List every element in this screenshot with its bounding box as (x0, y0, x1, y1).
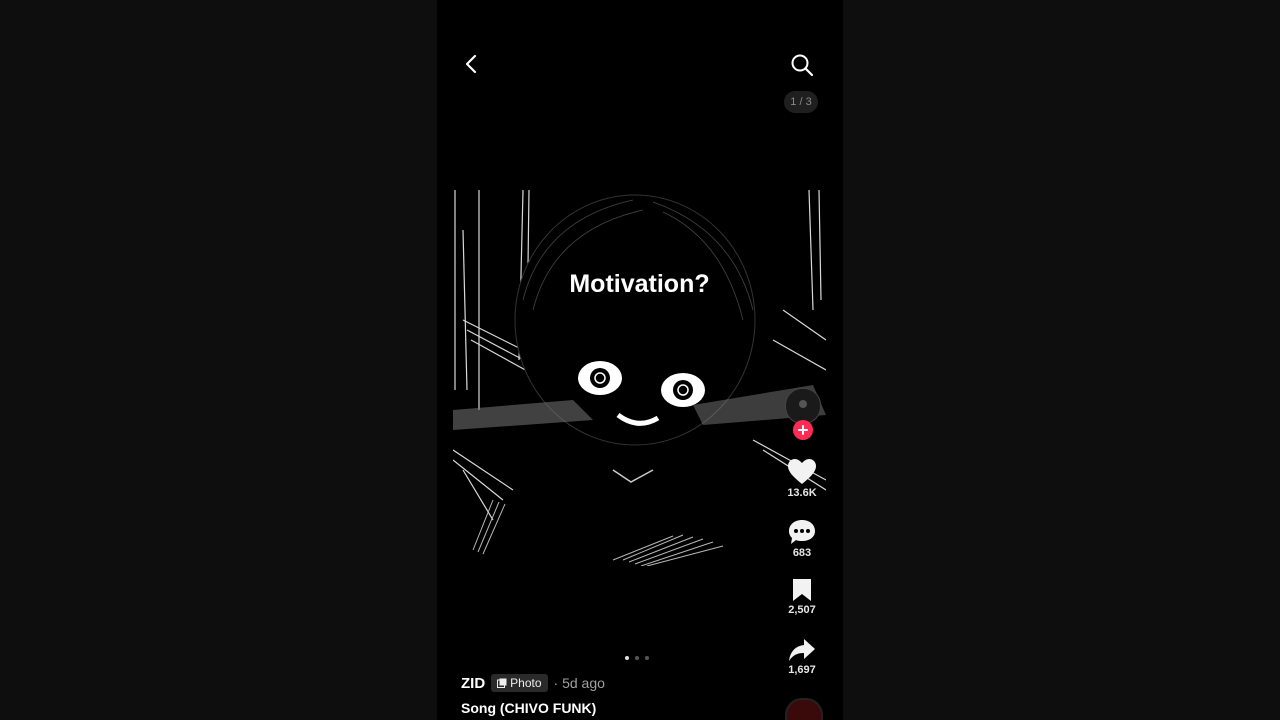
save-count: 2,507 (788, 604, 816, 616)
photo-caption: Motivation? (569, 270, 710, 298)
back-button[interactable] (459, 50, 483, 78)
slide-counter: 1 / 3 (784, 91, 818, 113)
comment-count: 683 (792, 547, 812, 559)
avatar-image (786, 389, 820, 423)
photo-badge: Photo (491, 674, 548, 692)
slide-dot (635, 656, 639, 660)
follow-button[interactable] (793, 420, 813, 440)
author-username[interactable]: ZID (461, 675, 485, 692)
search-icon (791, 54, 814, 77)
post-time: · 5d ago (553, 675, 605, 691)
author-avatar[interactable] (785, 388, 821, 424)
post-meta: ZID Photo · 5d ago (461, 674, 605, 692)
photo-icon (497, 678, 507, 688)
save-button[interactable]: 2,507 (777, 577, 827, 616)
slide-indicator (625, 656, 649, 660)
heart-icon (788, 459, 816, 484)
music-disc[interactable] (785, 698, 823, 720)
like-count: 13.6K (787, 487, 817, 499)
back-icon (465, 54, 477, 74)
comment-icon (789, 520, 815, 544)
bookmark-icon (793, 579, 811, 601)
share-icon (789, 639, 815, 661)
slide-dot (645, 656, 649, 660)
plus-icon (798, 425, 808, 435)
share-count: 1,697 (788, 664, 816, 676)
search-button[interactable] (787, 50, 817, 80)
share-button[interactable]: 1,697 (777, 637, 827, 676)
photo-illustration (453, 190, 826, 566)
like-button[interactable]: 13.6K (777, 458, 827, 499)
phone-screen: 1 / 3 Motivation? 13.6K 683 2,507 1,697 … (437, 0, 843, 720)
song-title[interactable]: Song (CHIVO FUNK) (461, 700, 596, 716)
comment-button[interactable]: 683 (777, 518, 827, 559)
photo-badge-label: Photo (510, 676, 542, 690)
slide-dot (625, 656, 629, 660)
post-photo[interactable]: Motivation? (453, 190, 826, 566)
